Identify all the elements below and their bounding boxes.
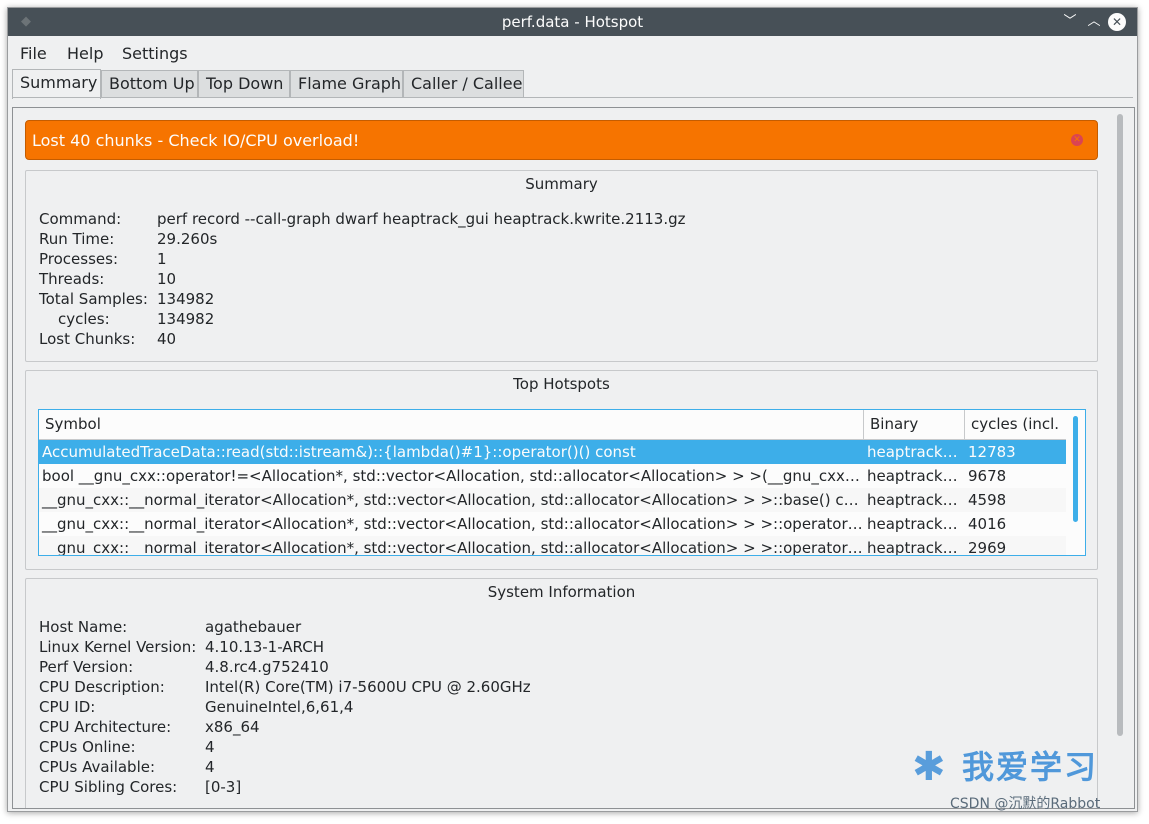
- cell-binary: heaptrack_gui: [867, 491, 965, 509]
- summary-key: Command:: [39, 210, 122, 228]
- sysinfo-value: agathebauer: [205, 618, 302, 636]
- table-header: Symbol Binary cycles (incl.: [39, 410, 1066, 440]
- close-window-button[interactable]: ✕: [1108, 13, 1126, 31]
- cell-cost: 4016: [968, 515, 1007, 533]
- app-window: ◆ perf.data - Hotspot ﹀ ︿ ✕ File Help Se…: [7, 7, 1138, 812]
- table-row[interactable]: AccumulatedTraceData::read(std::istream&…: [39, 440, 1066, 464]
- sysinfo-value: 4: [205, 758, 215, 776]
- summary-key: cycles:: [58, 310, 110, 328]
- summary-key: Threads:: [39, 270, 105, 288]
- tab-caller-callee[interactable]: Caller / Callee: [403, 70, 524, 98]
- sysinfo-key: CPUs Available:: [39, 758, 156, 776]
- summary-key: Lost Chunks:: [39, 330, 136, 348]
- sysinfo-key: CPUs Online:: [39, 738, 136, 756]
- table-row[interactable]: __gnu_cxx::__normal_iterator<Allocation*…: [39, 512, 1066, 536]
- cell-binary: heaptrack_gui: [867, 467, 965, 485]
- summary-value: perf record --call-graph dwarf heaptrack…: [157, 210, 686, 228]
- hotspots-table: Symbol Binary cycles (incl. AccumulatedT…: [38, 409, 1086, 556]
- minimize-button[interactable]: ﹀: [1060, 12, 1080, 32]
- sysinfo-key: CPU Architecture:: [39, 718, 172, 736]
- summary-group: Summary Command: perf record --call-grap…: [25, 170, 1098, 362]
- column-symbol[interactable]: Symbol: [39, 410, 864, 439]
- cell-symbol: __gnu_cxx::__normal_iterator<Allocation*…: [42, 491, 864, 509]
- sysinfo-value: 4: [205, 738, 215, 756]
- cell-binary: heaptrack_gui: [867, 443, 965, 461]
- cell-symbol: __gnu_cxx::__normal_iterator<Allocation*…: [42, 539, 864, 556]
- menu-bar: File Help Settings: [8, 38, 1137, 66]
- summary-title: Summary: [525, 175, 598, 193]
- sysinfo-key: Perf Version:: [39, 658, 134, 676]
- warning-message: Lost 40 chunks - Check IO/CPU overload!: [32, 131, 360, 150]
- sysinfo-value: x86_64: [205, 718, 260, 736]
- sysinfo-key: Host Name:: [39, 618, 128, 636]
- cell-binary: heaptrack_gui: [867, 539, 965, 556]
- cell-symbol: AccumulatedTraceData::read(std::istream&…: [42, 443, 636, 461]
- sysinfo-key: Linux Kernel Version:: [39, 638, 197, 656]
- cell-cost: 12783: [968, 443, 1016, 461]
- tab-summary[interactable]: Summary: [12, 69, 101, 99]
- cell-cost: 4598: [968, 491, 1007, 509]
- cell-symbol: __gnu_cxx::__normal_iterator<Allocation*…: [42, 515, 864, 533]
- cell-symbol: bool __gnu_cxx::operator!=<Allocation*, …: [42, 467, 864, 485]
- close-warning-icon[interactable]: ✕: [1071, 134, 1083, 146]
- system-information-group: System Information Host Name: agathebaue…: [25, 578, 1098, 808]
- tab-top-down[interactable]: Top Down: [198, 70, 290, 98]
- cell-binary: heaptrack_gui: [867, 515, 965, 533]
- hotspots-title: Top Hotspots: [513, 375, 610, 393]
- table-row[interactable]: __gnu_cxx::__normal_iterator<Allocation*…: [39, 488, 1066, 512]
- menu-settings[interactable]: Settings: [122, 44, 188, 63]
- sysinfo-value: 4.8.rc4.g752410: [205, 658, 329, 676]
- summary-key: Run Time:: [39, 230, 115, 248]
- menu-help[interactable]: Help: [67, 44, 103, 63]
- summary-value: 134982: [157, 310, 215, 328]
- sysinfo-key: CPU Sibling Cores:: [39, 778, 178, 796]
- cell-cost: 9678: [968, 467, 1007, 485]
- table-row[interactable]: bool __gnu_cxx::operator!=<Allocation*, …: [39, 464, 1066, 488]
- sysinfo-value: Intel(R) Core(TM) i7-5600U CPU @ 2.60GHz: [205, 678, 531, 696]
- maximize-button[interactable]: ︿: [1084, 12, 1104, 32]
- column-binary[interactable]: Binary: [864, 410, 965, 439]
- top-hotspots-group: Top Hotspots Symbol Binary cycles (incl.…: [25, 370, 1098, 570]
- summary-value: 1: [157, 250, 167, 268]
- summary-value: 10: [157, 270, 177, 288]
- summary-value: 29.260s: [157, 230, 218, 248]
- tab-divider: [12, 97, 1133, 98]
- summary-value: 134982: [157, 290, 215, 308]
- page-scrollbar[interactable]: [1117, 114, 1123, 736]
- summary-page: Lost 40 chunks - Check IO/CPU overload! …: [12, 107, 1135, 809]
- sysinfo-key: CPU Description:: [39, 678, 165, 696]
- summary-key: Processes:: [39, 250, 118, 268]
- table-scrollbar[interactable]: [1073, 416, 1078, 522]
- window-title: perf.data - Hotspot: [501, 13, 644, 31]
- cell-cost: 2969: [968, 539, 1007, 556]
- sysinfo-value: 4.10.13-1-ARCH: [205, 638, 324, 656]
- tab-flame-graph[interactable]: Flame Graph: [290, 70, 403, 98]
- sysinfo-key: CPU ID:: [39, 698, 96, 716]
- column-cost[interactable]: cycles (incl.: [965, 410, 1066, 439]
- summary-key: Total Samples:: [39, 290, 148, 308]
- lost-chunks-warning: Lost 40 chunks - Check IO/CPU overload! …: [25, 120, 1098, 160]
- sysinfo-title: System Information: [487, 583, 636, 601]
- sysinfo-value: GenuineIntel,6,61,4: [205, 698, 354, 716]
- sysinfo-value: [0-3]: [205, 778, 242, 796]
- tab-bottom-up[interactable]: Bottom Up: [101, 70, 198, 98]
- title-bar[interactable]: ◆ perf.data - Hotspot ﹀ ︿ ✕: [8, 8, 1137, 36]
- menu-file[interactable]: File: [20, 44, 47, 63]
- table-row[interactable]: __gnu_cxx::__normal_iterator<Allocation*…: [39, 536, 1066, 556]
- summary-value: 40: [157, 330, 177, 348]
